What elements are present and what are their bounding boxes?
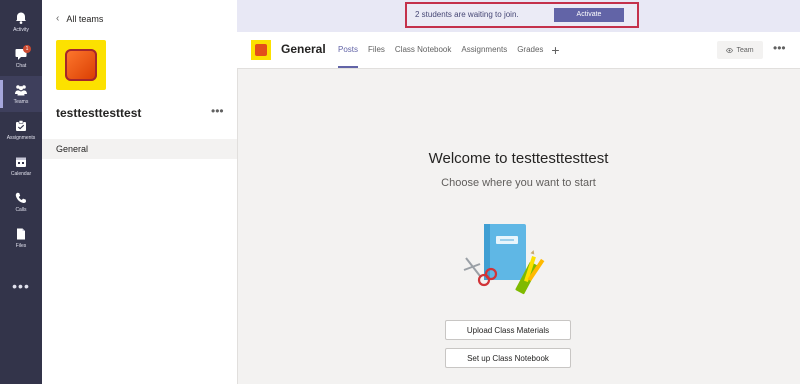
phone-icon: [15, 192, 26, 204]
rail-more-icon[interactable]: •••: [0, 278, 42, 294]
channel-team-avatar: [251, 40, 271, 60]
tab-posts[interactable]: Posts: [338, 32, 359, 68]
teams-icon: [15, 85, 27, 96]
header-more-options-icon[interactable]: •••: [773, 41, 786, 55]
join-notice-highlight: 2 students are waiting to join. Activate: [405, 2, 639, 28]
upload-class-materials-button[interactable]: Upload Class Materials: [445, 320, 571, 340]
eye-icon: [726, 47, 734, 53]
rail-item-teams[interactable]: Teams: [0, 76, 42, 112]
assignments-icon: [16, 120, 26, 131]
team-avatar: [56, 40, 106, 90]
team-chip-button[interactable]: Team: [717, 41, 763, 59]
chat-badge: 1: [23, 45, 31, 53]
rail-label: Assignments: [6, 135, 36, 141]
team-more-options-icon[interactable]: •••: [211, 104, 224, 118]
channel-tabs: Posts Files Class Notebook Assignments G…: [338, 32, 560, 68]
rail-item-calls[interactable]: Calls: [0, 184, 42, 220]
tab-class-notebook[interactable]: Class Notebook: [395, 32, 451, 68]
channel-title: General: [281, 42, 326, 56]
rail-label: Calendar: [10, 171, 32, 177]
team-chip-label: Team: [736, 46, 754, 54]
app-rail: Activity 1 Chat Teams Assignments Calend…: [0, 0, 42, 384]
channel-header: General Posts Files Class Notebook Assig…: [237, 32, 800, 69]
setup-class-notebook-button[interactable]: Set up Class Notebook: [445, 348, 571, 368]
rail-label: Teams: [13, 99, 29, 105]
calendar-icon: [16, 157, 26, 167]
welcome-title: Welcome to testtesttesttest: [428, 150, 609, 167]
tab-assignments[interactable]: Assignments: [461, 32, 507, 68]
join-notice-bar: 2 students are waiting to join. Activate: [237, 0, 800, 32]
activate-button[interactable]: Activate: [554, 8, 624, 22]
add-tab-icon[interactable]: +: [551, 32, 559, 68]
bell-icon: [16, 12, 26, 24]
rail-label: Chat: [15, 63, 27, 69]
channel-item-general[interactable]: General: [42, 139, 237, 159]
tab-files[interactable]: Files: [368, 32, 385, 68]
rail-label: Files: [15, 243, 27, 249]
rail-label: Calls: [15, 207, 27, 213]
rail-item-files[interactable]: Files: [0, 220, 42, 256]
rail-item-chat[interactable]: 1 Chat: [0, 40, 42, 76]
chevron-left-icon: ‹: [56, 13, 60, 24]
welcome-subtitle: Choose where you want to start: [441, 177, 596, 189]
tab-grades[interactable]: Grades: [517, 32, 543, 68]
team-panel: ‹ All teams testtesttesttest ••• General: [42, 0, 238, 384]
class-supplies-illustration: [463, 224, 545, 295]
join-notice-text: 2 students are waiting to join.: [415, 10, 519, 19]
rail-item-assignments[interactable]: Assignments: [0, 112, 42, 148]
all-teams-label: All teams: [66, 13, 104, 24]
rail-item-activity[interactable]: Activity: [0, 4, 42, 40]
rail-label: Activity: [13, 27, 29, 33]
team-name: testtesttesttest: [56, 106, 142, 120]
files-icon: [17, 228, 25, 240]
rail-item-calendar[interactable]: Calendar: [0, 148, 42, 184]
all-teams-link[interactable]: ‹ All teams: [56, 13, 103, 24]
